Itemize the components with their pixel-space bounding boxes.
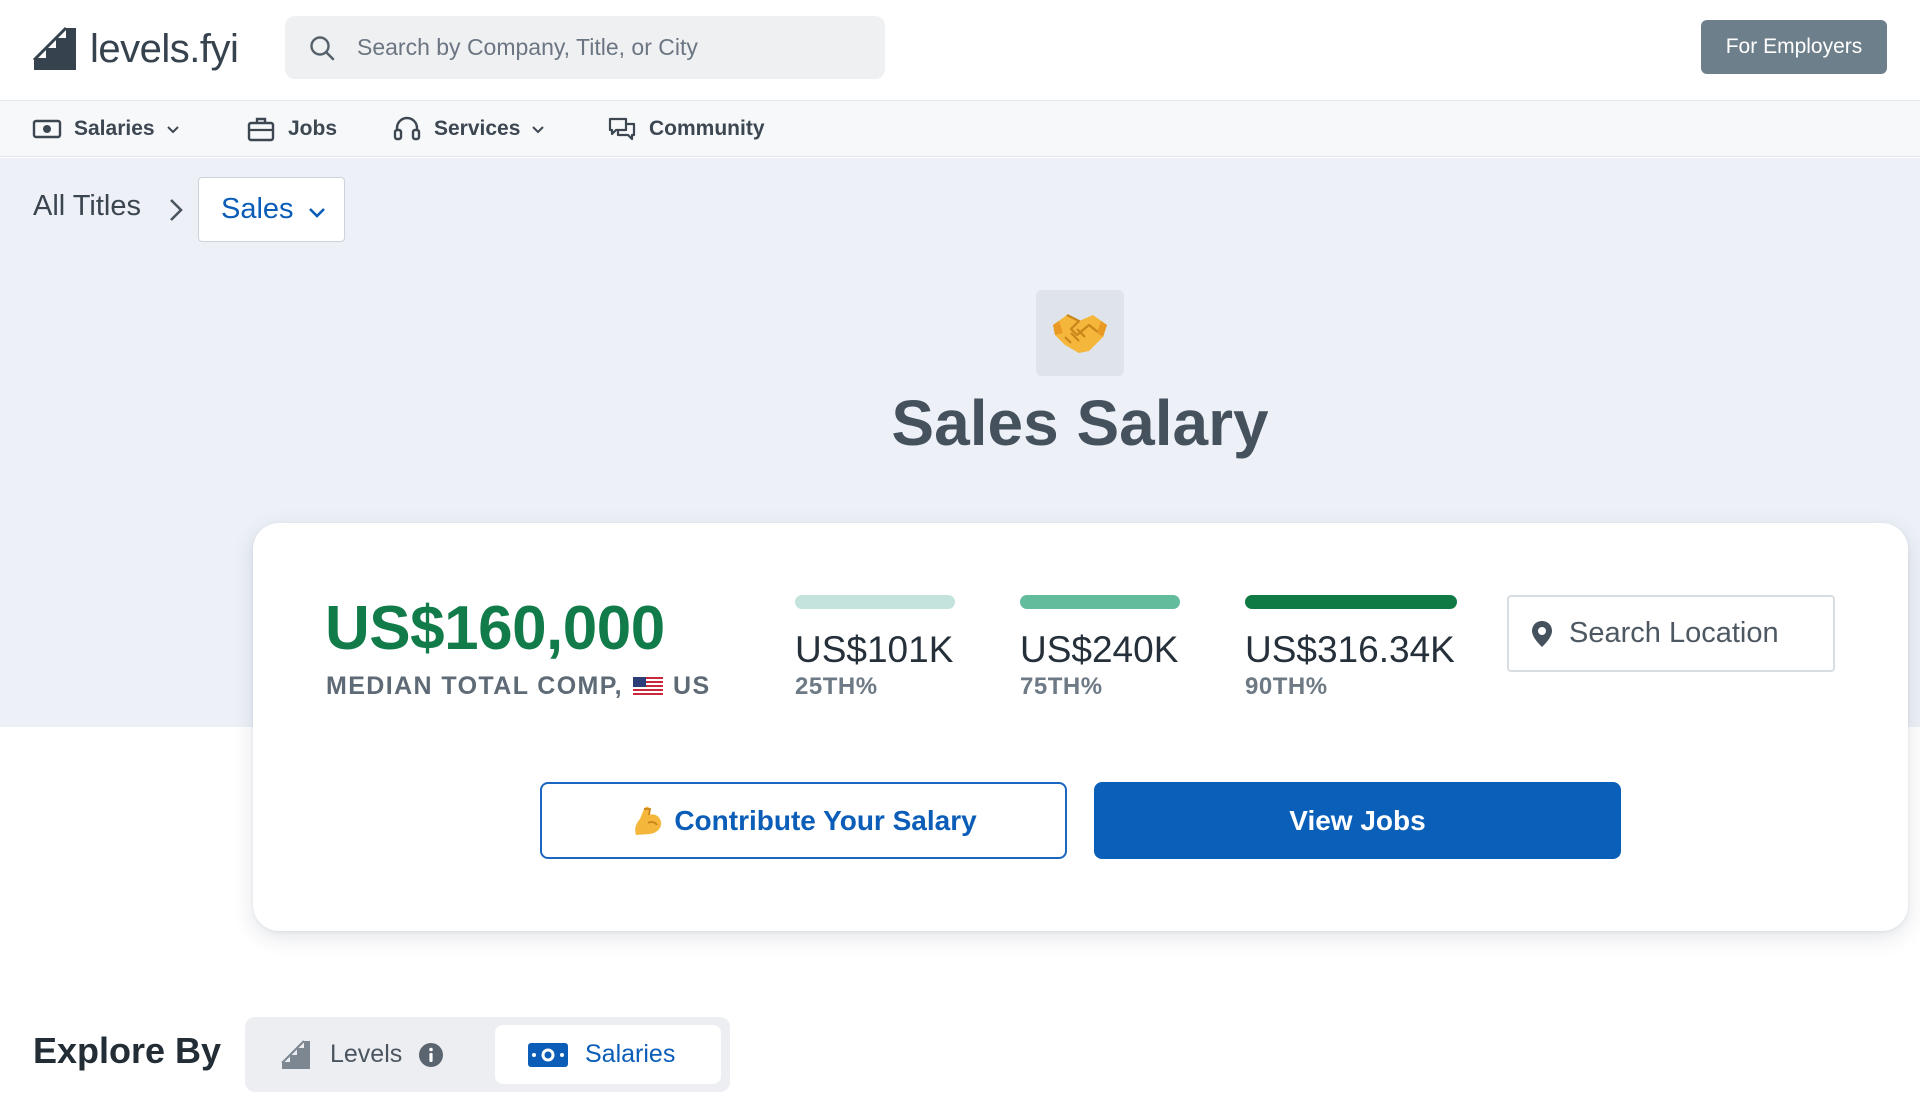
staircase-logo-icon — [32, 26, 76, 70]
logo-text: levels.fyi — [90, 26, 239, 71]
chevron-down-icon — [166, 126, 179, 134]
explore-option-salaries[interactable]: Salaries — [495, 1025, 721, 1084]
money-icon — [528, 1042, 568, 1067]
explore-by-label: Explore By — [33, 1030, 222, 1071]
info-icon[interactable] — [418, 1042, 444, 1068]
salary-summary-card: US$160,000 MEDIAN TOTAL COMP, US US$101K… — [253, 523, 1908, 931]
percentile-value: US$101K — [795, 629, 954, 670]
percentile-label: 25TH% — [795, 673, 878, 700]
median-label-country: US — [672, 672, 711, 700]
levels-logo[interactable]: levels.fyi — [32, 24, 239, 74]
flexed-biceps-icon — [635, 806, 662, 835]
median-total-comp-label: MEDIAN TOTAL COMP, US — [326, 672, 711, 701]
contribute-label: Contribute Your Salary — [674, 804, 977, 836]
explore-by-toggle: Levels Salaries — [245, 1017, 730, 1092]
map-pin-icon — [1532, 620, 1552, 647]
headset-icon — [393, 116, 421, 141]
money-icon — [32, 119, 62, 139]
page-title: Sales Salary — [891, 387, 1269, 459]
percentile-label: 90TH% — [1245, 673, 1328, 700]
median-label-text: MEDIAN TOTAL COMP, — [326, 672, 623, 700]
location-search-input[interactable] — [1567, 616, 1827, 651]
nav-label-community: Community — [649, 117, 765, 140]
percentile-label: 75TH% — [1020, 673, 1103, 700]
chevron-down-icon — [532, 126, 545, 134]
percentile-value: US$316.34K — [1245, 629, 1455, 670]
chevron-down-icon — [309, 208, 325, 218]
explore-salaries-label: Salaries — [585, 1040, 676, 1068]
global-search[interactable] — [285, 16, 885, 79]
percentile-value: US$240K — [1020, 629, 1179, 670]
chevron-right-icon — [170, 199, 183, 221]
nav-label-salaries: Salaries — [74, 117, 155, 140]
explore-option-levels[interactable]: Levels — [280, 1017, 444, 1092]
handshake-emoji-tile — [1036, 290, 1124, 376]
median-total-comp-value: US$160,000 — [325, 594, 665, 663]
percentile-bar — [1020, 595, 1180, 609]
top-header: levels.fyi For Employers — [0, 0, 1920, 101]
title-select[interactable]: Sales — [198, 177, 345, 242]
percentile-75: US$240K 75TH% — [1020, 595, 1180, 701]
search-input[interactable] — [355, 33, 875, 62]
nav-label-jobs: Jobs — [288, 117, 338, 140]
percentile-90: US$316.34K 90TH% — [1245, 595, 1457, 701]
nav-label-services: Services — [434, 117, 521, 140]
contribute-salary-button[interactable]: Contribute Your Salary — [540, 782, 1067, 859]
us-flag-icon — [632, 676, 663, 697]
briefcase-icon — [247, 117, 275, 142]
chat-icon — [608, 117, 636, 141]
nav-item-services[interactable]: Services — [392, 101, 546, 157]
for-employers-button[interactable]: For Employers — [1701, 20, 1887, 74]
title-select-value: Sales — [221, 193, 294, 225]
view-jobs-button[interactable]: View Jobs — [1094, 782, 1621, 859]
nav-item-jobs[interactable]: Jobs — [246, 101, 337, 157]
location-search[interactable] — [1507, 595, 1835, 672]
handshake-icon — [1053, 314, 1107, 353]
nav-item-salaries[interactable]: Salaries — [32, 101, 181, 157]
levels-staircase-icon — [281, 1039, 310, 1069]
explore-levels-label: Levels — [330, 1040, 403, 1068]
search-icon — [310, 35, 335, 60]
breadcrumb-all-titles[interactable]: All Titles — [33, 190, 141, 223]
percentile-bar — [1245, 595, 1457, 609]
main-nav: Salaries Jobs Services Community — [0, 101, 1920, 157]
percentile-25: US$101K 25TH% — [795, 595, 955, 701]
percentile-bar — [795, 595, 955, 609]
nav-item-community[interactable]: Community — [607, 101, 765, 157]
